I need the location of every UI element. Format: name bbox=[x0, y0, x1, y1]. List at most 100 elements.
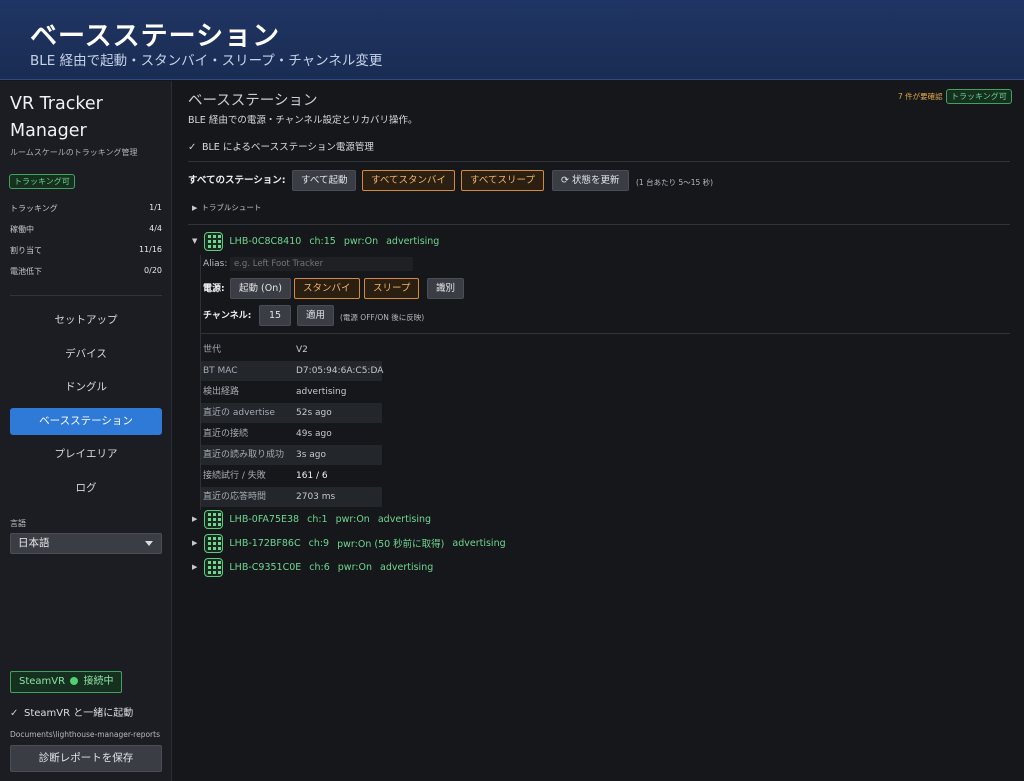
triangle-right-icon: ▶ bbox=[192, 515, 198, 523]
all-sleep-button[interactable]: すべてスリープ bbox=[461, 170, 544, 191]
language-label: 言語 bbox=[10, 519, 26, 528]
info-row: 接続試行 / 失敗 161 / 6 bbox=[201, 466, 382, 486]
info-key: 世代 bbox=[203, 345, 222, 355]
section-divider bbox=[188, 224, 1010, 225]
nav-item-play-area[interactable]: プレイエリア bbox=[10, 441, 162, 468]
refresh-status-button[interactable]: ⟳ 状態を更新 bbox=[552, 170, 629, 191]
info-key: 直近の接続 bbox=[203, 429, 249, 439]
stat-label: 稼働中 bbox=[10, 225, 34, 234]
banner-title: ベースステーション bbox=[30, 21, 281, 52]
all-standby-button[interactable]: すべてスタンバイ bbox=[362, 170, 455, 191]
detail-divider bbox=[201, 333, 1010, 334]
station-row[interactable]: ▶ LHB-C9351C0E ch:6 pwr:On advertising bbox=[192, 557, 441, 577]
save-diagnostic-report-button[interactable]: 診断レポートを保存 bbox=[10, 745, 162, 772]
triangle-down-icon: ▼ bbox=[192, 237, 198, 245]
language-select[interactable]: 日本語 bbox=[10, 533, 162, 554]
station-id: LHB-172BF86C bbox=[229, 537, 301, 549]
station-detail-panel: Alias: 電源: 起動 (On) スタンバイ スリープ 識別 チャンネル: … bbox=[200, 255, 1011, 510]
channel-input[interactable]: 15 bbox=[259, 305, 291, 326]
troubleshoot-toggle[interactable]: ▶ トラブルシュート bbox=[192, 202, 261, 213]
info-value: V2 bbox=[296, 345, 308, 355]
info-row: 直近の advertise 52s ago bbox=[201, 403, 382, 423]
info-row: 世代 V2 bbox=[201, 340, 382, 360]
info-key: 直近の応答時間 bbox=[203, 492, 267, 502]
info-row: 直近の接続 49s ago bbox=[201, 424, 382, 444]
all-start-button[interactable]: すべて起動 bbox=[292, 170, 357, 191]
main-content: ベースステーション BLE 経由での電源・チャンネル設定とリカバリ操作。 7 件… bbox=[173, 81, 1024, 781]
info-value: advertising bbox=[296, 387, 347, 397]
checkmark-icon: ✓ bbox=[10, 708, 19, 719]
station-power: pwr:On bbox=[343, 235, 379, 247]
page-description: BLE 経由での電源・チャンネル設定とリカバリ操作。 bbox=[188, 115, 418, 126]
station-id: LHB-0FA75E38 bbox=[229, 513, 300, 525]
station-row[interactable]: ▶ LHB-172BF86C ch:9 pwr:On (50 秒前に取得) ad… bbox=[192, 533, 514, 553]
nav-item-devices[interactable]: デバイス bbox=[10, 341, 162, 368]
attention-notice: 7 件が要確認 bbox=[898, 92, 943, 101]
page-title: ベースステーション bbox=[188, 93, 318, 109]
channel-hint: (電源 OFF/ON 後に反映) bbox=[340, 313, 425, 322]
info-key: 直近の読み取り成功 bbox=[203, 450, 285, 460]
stat-row-low-battery: 電池低下 0/20 bbox=[10, 266, 162, 277]
steamvr-status: 接続中 bbox=[83, 676, 114, 687]
nav-item-logs[interactable]: ログ bbox=[10, 475, 162, 502]
stat-label: 電池低下 bbox=[10, 267, 42, 276]
refresh-status-label: 状態を更新 bbox=[572, 175, 620, 186]
identify-button[interactable]: 識別 bbox=[427, 278, 465, 299]
info-value: 3s ago bbox=[296, 450, 327, 460]
chevron-down-icon bbox=[145, 541, 153, 546]
stat-row-tracking: トラッキング 1/1 bbox=[10, 203, 162, 214]
info-value: D7:05:94:6A:C5:DA bbox=[296, 366, 384, 376]
ble-power-management-checkbox[interactable]: ✓ BLE によるベースステーション電源管理 bbox=[188, 139, 374, 153]
launch-with-steamvr-checkbox[interactable]: ✓ SteamVR と一緒に起動 bbox=[10, 704, 133, 719]
info-key: 接続試行 / 失敗 bbox=[203, 471, 266, 481]
station-state: advertising bbox=[380, 561, 434, 573]
power-on-button[interactable]: 起動 (On) bbox=[230, 278, 291, 299]
refresh-hint: (1 台あたり 5〜15 秒) bbox=[636, 178, 714, 187]
station-channel: ch:1 bbox=[307, 513, 328, 525]
refresh-icon: ⟳ bbox=[561, 175, 569, 186]
power-sleep-button[interactable]: スリープ bbox=[364, 278, 420, 299]
info-value: 52s ago bbox=[296, 408, 332, 418]
nav-item-base-stations[interactable]: ベースステーション bbox=[10, 408, 162, 435]
power-label: 電源: bbox=[203, 284, 225, 294]
alias-input[interactable] bbox=[230, 257, 413, 271]
ble-power-management-label: BLE によるベースステーション電源管理 bbox=[202, 142, 374, 153]
station-state: advertising bbox=[377, 513, 432, 525]
station-state: advertising bbox=[386, 235, 440, 247]
info-row: 直近の読み取り成功 3s ago bbox=[201, 445, 382, 465]
all-stations-label: すべてのステーション: bbox=[188, 175, 286, 186]
station-channel: ch:9 bbox=[308, 537, 330, 549]
report-path: Documents\lighthouse-manager-reports bbox=[10, 730, 160, 739]
apply-channel-button[interactable]: 適用 bbox=[297, 305, 335, 326]
section-divider bbox=[188, 161, 1010, 162]
alias-label: Alias: bbox=[203, 259, 228, 269]
info-key: 直近の advertise bbox=[203, 408, 275, 418]
nav-item-dongles[interactable]: ドングル bbox=[10, 374, 162, 401]
info-key: 検出経路 bbox=[203, 387, 240, 397]
nav-item-setup[interactable]: セットアップ bbox=[10, 307, 162, 334]
station-row[interactable]: ▼ LHB-0C8C8410 ch:15 pwr:On advertising bbox=[192, 231, 447, 251]
base-station-icon bbox=[204, 557, 224, 577]
stat-value: 1/1 bbox=[149, 203, 162, 212]
info-row: BT MAC D7:05:94:6A:C5:DA bbox=[201, 361, 384, 381]
station-id: LHB-C9351C0E bbox=[229, 561, 302, 573]
station-state: advertising bbox=[452, 537, 506, 549]
info-value: 2703 ms bbox=[296, 492, 336, 502]
power-standby-button[interactable]: スタンバイ bbox=[294, 278, 360, 299]
info-key: BT MAC bbox=[203, 366, 238, 376]
stat-label: 割り当て bbox=[10, 246, 42, 255]
steamvr-status-badge: SteamVR 接続中 bbox=[10, 671, 123, 693]
stat-value: 11/16 bbox=[138, 245, 162, 254]
station-row[interactable]: ▶ LHB-0FA75E38 ch:1 pwr:On advertising bbox=[192, 509, 439, 529]
channel-label: チャンネル: bbox=[203, 311, 252, 321]
triangle-right-icon: ▶ bbox=[192, 563, 198, 571]
info-value: 161 / 6 bbox=[296, 471, 328, 481]
tracking-status-badge: トラッキング可 bbox=[9, 174, 75, 189]
stat-value: 0/20 bbox=[144, 266, 162, 275]
app-title: VR Tracker Manager bbox=[10, 94, 103, 141]
triangle-right-icon: ▶ bbox=[192, 539, 198, 547]
sidebar: VR Tracker Manager ルームスケールのトラッキング管理 トラッキ… bbox=[0, 81, 172, 781]
checkmark-icon: ✓ bbox=[188, 142, 197, 153]
station-channel: ch:6 bbox=[309, 561, 330, 573]
sidebar-divider bbox=[10, 295, 162, 296]
